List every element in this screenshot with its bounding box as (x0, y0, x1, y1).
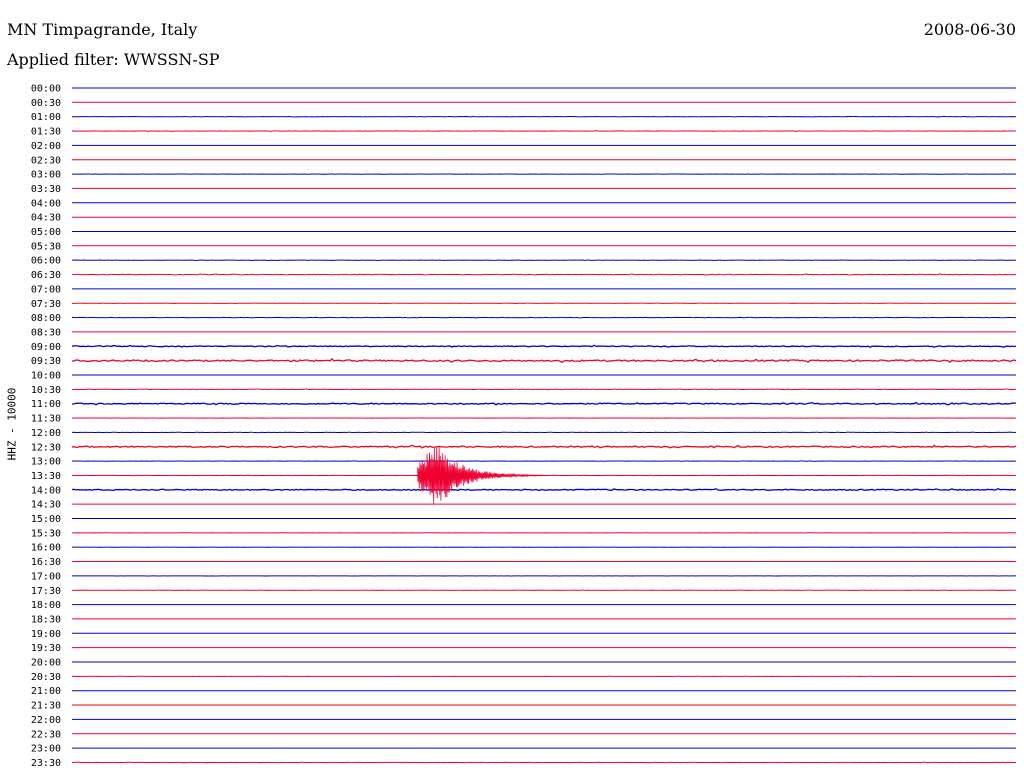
time-label-group: 00:00 00:30 01:00 01:30 02:00 02:30 03:00 03:30… (31, 84, 61, 769)
time-tick-label: 14:00 (31, 485, 61, 496)
trace-line (71, 487, 1017, 492)
time-tick-label: 15:00 (31, 514, 61, 525)
time-tick-label: 22:00 (31, 715, 61, 726)
time-tick-label: 15:30 (31, 528, 61, 539)
time-tick-label: 01:30 (31, 127, 61, 138)
time-tick-label: 19:00 (31, 629, 61, 640)
trace-line (71, 431, 1017, 434)
time-tick-label: 16:30 (31, 557, 61, 568)
time-tick-label: 21:30 (31, 701, 61, 712)
time-tick-label: 17:00 (31, 571, 61, 582)
trace-line (71, 388, 1017, 391)
time-tick-label: 05:30 (31, 241, 61, 252)
time-tick-label: 05:00 (31, 227, 61, 238)
time-tick-label: 09:30 (31, 356, 61, 367)
time-tick-label: 08:30 (31, 327, 61, 338)
time-tick-label: 07:00 (31, 284, 61, 295)
time-tick-label: 02:30 (31, 155, 61, 166)
time-tick-label: 02:00 (31, 141, 61, 152)
time-tick-label: 10:00 (31, 371, 61, 382)
time-tick-label: 04:30 (31, 213, 61, 224)
time-tick-label: 11:30 (31, 414, 61, 425)
time-tick-label: 14:30 (31, 500, 61, 511)
trace-line (72, 302, 1017, 305)
time-tick-label: 12:30 (31, 442, 61, 453)
time-tick-label: 17:30 (31, 586, 61, 597)
time-tick-label: 18:30 (31, 614, 61, 625)
time-tick-label: 00:00 (31, 84, 61, 95)
time-tick-label: 06:00 (31, 256, 61, 267)
time-tick-label: 20:30 (31, 672, 61, 683)
event-group (417, 445, 544, 505)
time-tick-label: 10:30 (31, 385, 61, 396)
time-tick-label: 22:30 (31, 729, 61, 740)
trace-line (71, 444, 1017, 449)
time-tick-label: 03:00 (31, 170, 61, 181)
time-tick-label: 01:00 (31, 112, 61, 123)
trace-line (71, 344, 1017, 349)
trace-group (71, 87, 1017, 764)
time-tick-label: 16:00 (31, 543, 61, 554)
trace-line (71, 761, 1017, 764)
time-tick-label: 06:30 (31, 270, 61, 281)
time-tick-label: 12:00 (31, 428, 61, 439)
time-tick-label: 07:30 (31, 299, 61, 310)
time-tick-label: 13:30 (31, 471, 61, 482)
trace-line (71, 401, 1017, 406)
time-tick-label: 23:00 (31, 744, 61, 755)
time-tick-label: 04:00 (31, 198, 61, 209)
trace-line (71, 474, 1017, 477)
time-tick-label: 09:00 (31, 342, 61, 353)
trace-line (71, 273, 1017, 276)
time-tick-label: 21:00 (31, 686, 61, 697)
earthquake-event-waveform (417, 445, 544, 505)
time-tick-label: 23:30 (31, 758, 61, 769)
trace-line (71, 358, 1017, 364)
time-tick-label: 19:30 (31, 643, 61, 654)
time-tick-label: 00:30 (31, 98, 61, 109)
time-tick-label: 13:00 (31, 457, 61, 468)
trace-line (71, 130, 1017, 132)
time-tick-label: 11:00 (31, 399, 61, 410)
trace-line (71, 115, 1017, 118)
trace-line (71, 316, 1017, 319)
time-tick-label: 03:30 (31, 184, 61, 195)
time-tick-label: 20:00 (31, 658, 61, 669)
time-tick-label: 18:00 (31, 600, 61, 611)
helicorder-plot: 00:00 00:30 01:00 01:30 02:00 02:30 03:00 03:30… (31, 84, 1017, 769)
time-tick-label: 08:00 (31, 313, 61, 324)
